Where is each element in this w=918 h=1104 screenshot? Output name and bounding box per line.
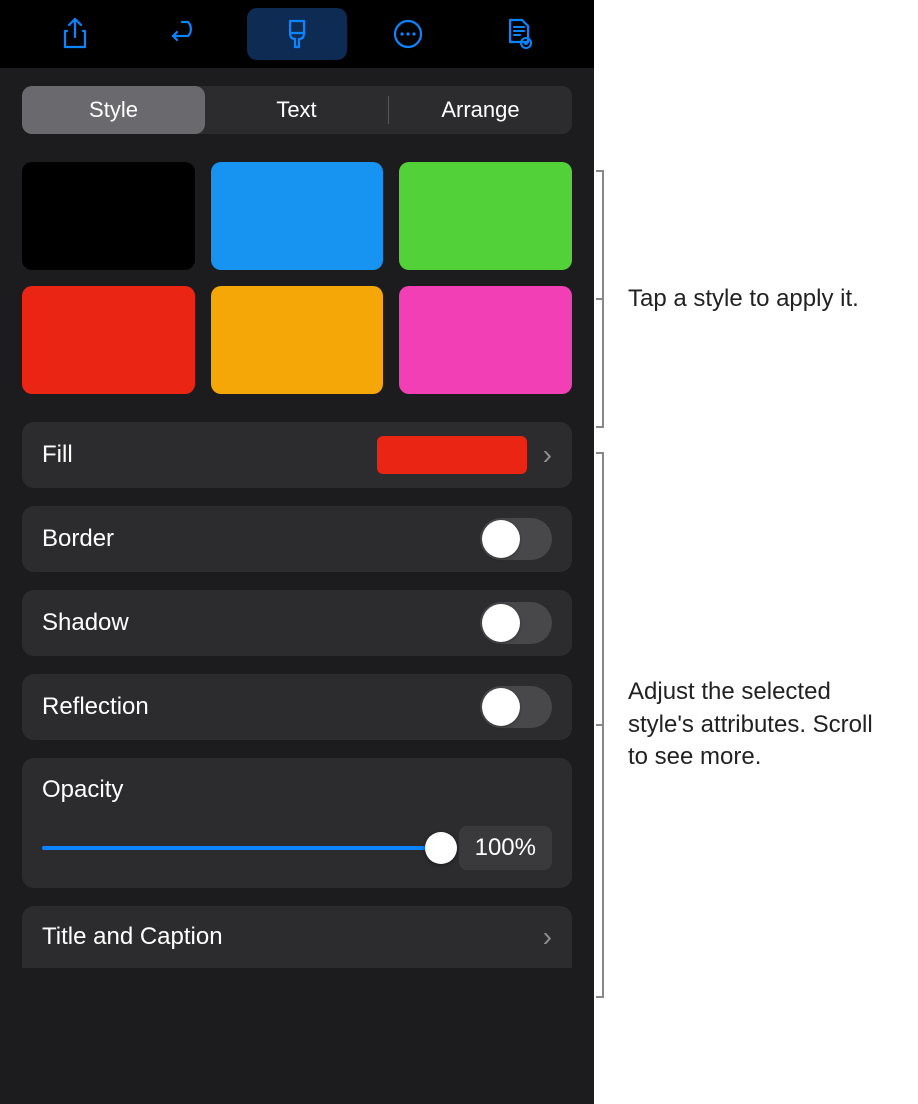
tab-arrange-label: Arrange xyxy=(441,97,519,123)
title-caption-label: Title and Caption xyxy=(42,923,223,951)
style-swatch-pink[interactable] xyxy=(399,286,572,394)
fill-label: Fill xyxy=(42,441,73,469)
reflection-toggle[interactable] xyxy=(480,686,552,728)
share-button[interactable] xyxy=(25,8,125,60)
style-swatch-blue[interactable] xyxy=(211,162,384,270)
document-button[interactable] xyxy=(469,8,569,60)
shadow-label: Shadow xyxy=(42,609,129,637)
reflection-label: Reflection xyxy=(42,693,149,721)
callout-text: Tap a style to apply it. xyxy=(628,283,859,315)
reflection-row: Reflection xyxy=(22,674,572,740)
annotations: Tap a style to apply it. Adjust the sele… xyxy=(594,0,918,1104)
callout-attributes: Adjust the selected style's attributes. … xyxy=(594,452,888,998)
share-icon xyxy=(61,17,89,51)
border-label: Border xyxy=(42,525,114,553)
style-swatch-red[interactable] xyxy=(22,286,195,394)
opacity-row: Opacity 100% xyxy=(22,758,572,888)
more-icon xyxy=(392,18,424,50)
shadow-toggle[interactable] xyxy=(480,602,552,644)
tab-style[interactable]: Style xyxy=(22,86,205,134)
fill-color-swatch xyxy=(377,436,527,474)
opacity-slider-row: 100% xyxy=(42,826,552,870)
undo-button[interactable] xyxy=(136,8,236,60)
opacity-value[interactable]: 100% xyxy=(459,826,552,870)
border-toggle[interactable] xyxy=(480,518,552,560)
style-swatch-black[interactable] xyxy=(22,162,195,270)
undo-icon xyxy=(170,19,202,49)
bracket xyxy=(594,452,614,998)
format-button[interactable] xyxy=(247,8,347,60)
chevron-right-icon: › xyxy=(543,921,552,953)
chevron-right-icon: › xyxy=(543,439,552,471)
top-toolbar xyxy=(0,0,594,68)
slider-thumb[interactable] xyxy=(425,832,457,864)
toggle-knob xyxy=(482,520,520,558)
more-button[interactable] xyxy=(358,8,458,60)
document-icon xyxy=(505,17,533,51)
fill-right: › xyxy=(377,436,552,474)
callout-swatches: Tap a style to apply it. xyxy=(594,170,859,428)
callout-text: Adjust the selected style's attributes. … xyxy=(628,676,888,773)
toggle-knob xyxy=(482,688,520,726)
style-swatch-green[interactable] xyxy=(399,162,572,270)
opacity-label: Opacity xyxy=(42,776,552,804)
panel-content: Style Text Arrange Fill › Border Shadow xyxy=(0,68,594,1104)
fill-row[interactable]: Fill › xyxy=(22,422,572,488)
bracket xyxy=(594,170,614,428)
style-swatch-grid xyxy=(22,162,572,394)
segmented-control: Style Text Arrange xyxy=(22,86,572,134)
format-panel: Style Text Arrange Fill › Border Shadow xyxy=(0,0,594,1104)
tab-text-label: Text xyxy=(276,97,316,123)
opacity-slider[interactable] xyxy=(42,846,441,850)
tab-text[interactable]: Text xyxy=(205,86,388,134)
toggle-knob xyxy=(482,604,520,642)
border-row: Border xyxy=(22,506,572,572)
style-swatch-orange[interactable] xyxy=(211,286,384,394)
format-brush-icon xyxy=(282,17,312,51)
tab-style-label: Style xyxy=(89,97,138,123)
tab-arrange[interactable]: Arrange xyxy=(389,86,572,134)
title-caption-row[interactable]: Title and Caption › xyxy=(22,906,572,968)
shadow-row: Shadow xyxy=(22,590,572,656)
